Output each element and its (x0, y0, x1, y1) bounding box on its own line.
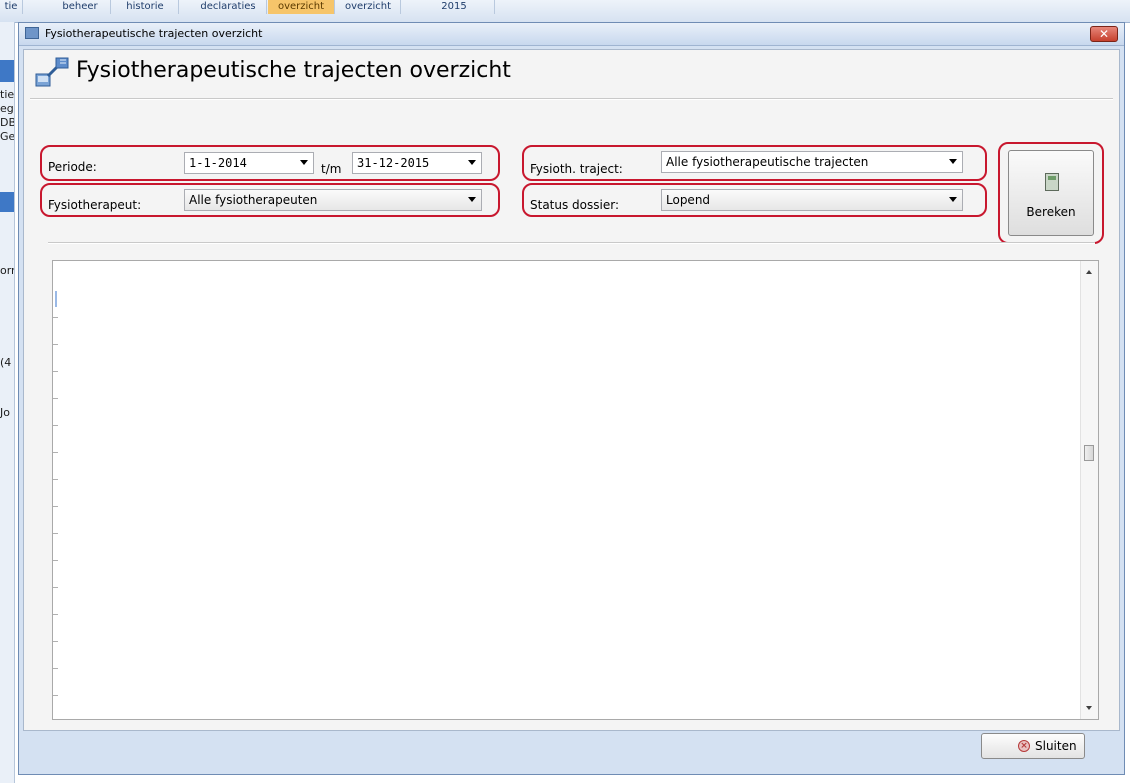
bg-fragment: (4 (0, 356, 12, 369)
dialog-titlebar[interactable]: Fysiotherapeutische trajecten overzicht … (19, 23, 1124, 46)
cancel-circle-icon: × (1018, 740, 1030, 752)
ruler-tick (53, 452, 58, 453)
bg-tab-beheer[interactable]: beheer (50, 0, 111, 14)
bg-tab-overzicht-active[interactable]: overzicht (268, 0, 335, 14)
traject-highlight (522, 145, 987, 181)
ruler-tick (53, 344, 58, 345)
bg-fragment: Geb (0, 130, 15, 143)
bg-fragment: eg (0, 102, 14, 115)
ruler-tick (53, 479, 58, 480)
bg-fragment: tier (0, 88, 15, 101)
ruler-tick (53, 371, 58, 372)
dialog-content: Fysiotherapeutische trajecten overzicht … (23, 49, 1120, 731)
bg-tab-declaraties[interactable]: declaraties (190, 0, 267, 14)
report-viewer[interactable] (52, 260, 1099, 720)
scroll-up-icon[interactable] (1086, 270, 1092, 274)
data-transfer-icon (35, 57, 69, 87)
sluiten-button[interactable]: × Sluiten (981, 733, 1085, 759)
background-sidebar: tier eg DBC Geb orr (4 Jo (0, 22, 15, 783)
ruler-tick (53, 506, 58, 507)
ruler-tick (53, 398, 58, 399)
window-title: Fysiotherapeutische trajecten overzicht (45, 27, 263, 40)
bg-tab-overzicht[interactable]: overzicht (336, 0, 401, 14)
sluiten-label: Sluiten (1035, 739, 1077, 753)
vertical-scrollbar[interactable] (1080, 261, 1098, 719)
periode-highlight (40, 145, 500, 181)
filter-divider (48, 242, 1095, 244)
page-title: Fysiotherapeutische trajecten overzicht (76, 58, 511, 83)
bg-tab-1: tie (0, 0, 23, 14)
bg-fragment: DBC (0, 116, 14, 129)
bg-tab-historie[interactable]: historie (112, 0, 179, 14)
background-ribbon: tie beheer historie declaraties overzich… (0, 0, 1130, 23)
close-button[interactable]: ✕ (1090, 26, 1118, 42)
window-icon (25, 27, 39, 39)
ruler-tick (53, 317, 58, 318)
ruler-tick (53, 668, 58, 669)
ruler-tick (53, 533, 58, 534)
status-highlight (522, 183, 987, 217)
ruler-tick (53, 614, 58, 615)
ruler-tick (53, 425, 58, 426)
header-divider (30, 98, 1113, 100)
bg-selected-row (0, 60, 14, 82)
bg-selected-row (0, 192, 14, 212)
bg-fragment: orr (0, 264, 15, 277)
ruler-tick (53, 560, 58, 561)
bg-tab-2015[interactable]: 2015 (414, 0, 495, 14)
overview-dialog: Fysiotherapeutische trajecten overzicht … (18, 22, 1125, 775)
scroll-down-icon[interactable] (1086, 706, 1092, 710)
scroll-thumb[interactable] (1084, 445, 1094, 461)
bg-fragment: Jo (0, 406, 10, 419)
ruler-tick (53, 695, 58, 696)
bereken-highlight (998, 142, 1104, 244)
text-caret (55, 291, 57, 307)
ruler-tick (53, 587, 58, 588)
ruler-tick (53, 641, 58, 642)
fysiotherapeut-highlight (40, 183, 500, 217)
